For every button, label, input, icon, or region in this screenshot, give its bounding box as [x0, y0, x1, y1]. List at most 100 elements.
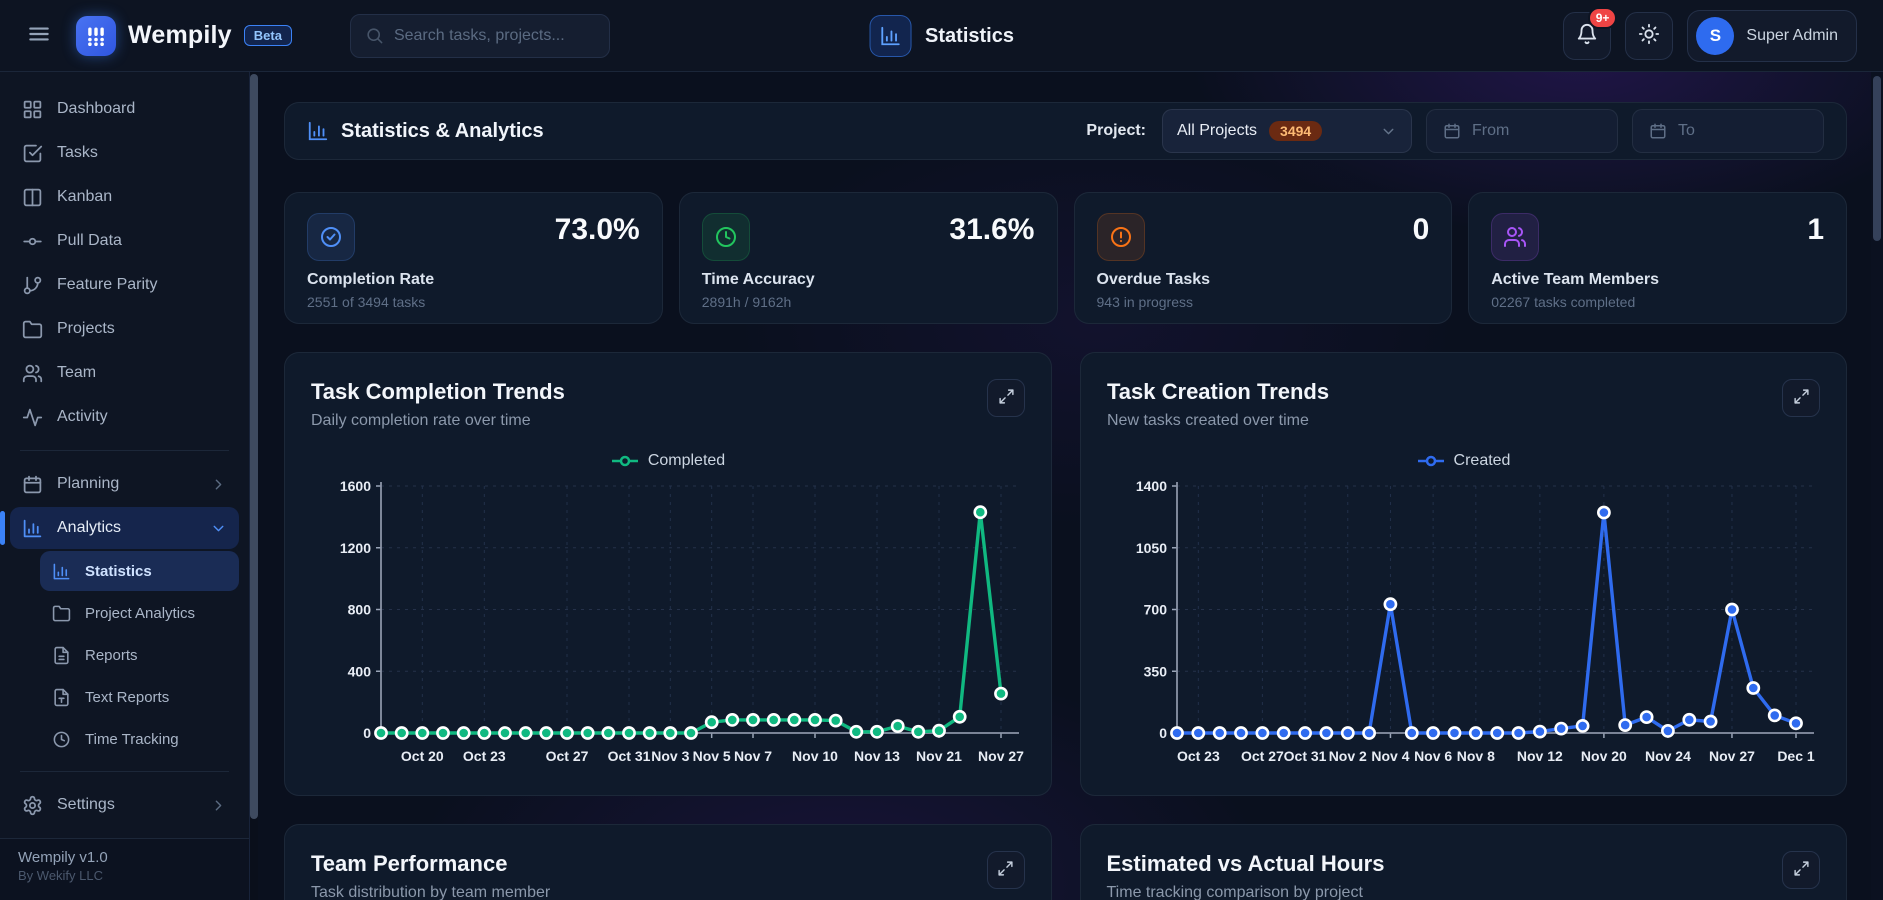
chart-title-group: Task Creation TrendsNew tasks created ov…: [1107, 379, 1329, 430]
chevron-down-icon: [1380, 123, 1397, 140]
sidebar-item-settings[interactable]: Settings: [10, 784, 239, 826]
stat-card-top: 1: [1491, 213, 1824, 261]
main-content: Statistics & Analytics Project: All Proj…: [258, 72, 1871, 900]
calendar-icon: [22, 474, 43, 495]
calendar-icon: [1443, 122, 1461, 140]
sidebar-footer: Wempily v1.0 By Wekify LLC: [0, 838, 249, 900]
stat-label: Time Accuracy: [702, 271, 1035, 289]
check-circle-icon: [307, 213, 355, 261]
sidebar-item-label: Pull Data: [57, 232, 227, 250]
sidebar-item-kanban[interactable]: Kanban: [10, 176, 239, 218]
project-select[interactable]: All Projects 3494: [1162, 109, 1412, 153]
sidebar-item-tasks[interactable]: Tasks: [10, 132, 239, 174]
sidebar-scrollbar-thumb[interactable]: [250, 74, 258, 819]
line-chart-plot: 040080012001600Oct 20Oct 23Oct 27Oct 31N…: [311, 474, 1025, 769]
legend-label: Completed: [648, 452, 725, 470]
page-title: Statistics: [925, 25, 1014, 48]
expand-chart-button[interactable]: [1782, 379, 1820, 417]
sidebar-scrollbar[interactable]: [250, 72, 258, 900]
expand-chart-button[interactable]: [1782, 851, 1820, 889]
sidebar-item-label: Planning: [57, 475, 196, 493]
sidebar-subitem-label: Statistics: [85, 563, 227, 580]
clock-icon: [702, 213, 750, 261]
sidebar-item-label: Tasks: [57, 144, 227, 162]
chart-subtitle: Time tracking comparison by project: [1107, 884, 1385, 900]
date-from-field[interactable]: From: [1426, 109, 1618, 153]
users-icon: [1491, 213, 1539, 261]
sidebar-subitem-label: Text Reports: [85, 689, 227, 706]
chart-header: Estimated vs Actual HoursTime tracking c…: [1107, 851, 1821, 900]
sidebar-item-projects[interactable]: Projects: [10, 308, 239, 350]
theme-toggle-button[interactable]: [1625, 12, 1673, 60]
svg-text:1050: 1050: [1136, 540, 1167, 556]
stat-value: 31.6%: [949, 213, 1034, 246]
stat-subtext: 943 in progress: [1097, 294, 1430, 310]
sidebar-item-label: Feature Parity: [57, 276, 227, 294]
svg-text:Oct 31: Oct 31: [1284, 748, 1327, 764]
notifications-button[interactable]: 9+: [1563, 12, 1611, 60]
sidebar-item-pull-data[interactable]: Pull Data: [10, 220, 239, 262]
search-box: [350, 14, 610, 58]
brand-name: Wempily: [128, 21, 232, 50]
sidebar-subitem-project-analytics[interactable]: Project Analytics: [40, 593, 239, 633]
search-input[interactable]: [394, 27, 601, 45]
wempily-logo-icon: [76, 16, 116, 56]
svg-text:Nov 10: Nov 10: [792, 748, 838, 764]
date-to-field[interactable]: To: [1632, 109, 1824, 153]
stat-subtext: 2891h / 9162h: [702, 294, 1035, 310]
charts-row: Task Completion TrendsDaily completion r…: [284, 352, 1847, 796]
stat-subtext: 2551 of 3494 tasks: [307, 294, 640, 310]
sidebar-subitem-time-tracking[interactable]: Time Tracking: [40, 719, 239, 759]
chart-title-group: Team PerformanceTask distribution by tea…: [311, 851, 550, 900]
chart-header: Task Completion TrendsDaily completion r…: [311, 379, 1025, 430]
project-select-value: All Projects: [1177, 122, 1257, 140]
sidebar-item-activity[interactable]: Activity: [10, 396, 239, 438]
file-type-icon: [52, 688, 71, 707]
svg-text:Nov 4: Nov 4: [1371, 748, 1409, 764]
svg-text:Nov 2: Nov 2: [1329, 748, 1367, 764]
activity-icon: [22, 407, 43, 428]
svg-text:0: 0: [1159, 725, 1167, 741]
avatar: S: [1696, 17, 1734, 55]
sidebar-item-team[interactable]: Team: [10, 352, 239, 394]
notification-count-badge: 9+: [1588, 7, 1618, 29]
stat-subtext: 02267 tasks completed: [1491, 294, 1824, 310]
sidebar-subitem-reports[interactable]: Reports: [40, 635, 239, 675]
sidebar-item-dashboard[interactable]: Dashboard: [10, 88, 239, 130]
sidebar-item-planning[interactable]: Planning: [10, 463, 239, 505]
bar-chart-icon: [52, 562, 71, 581]
sidebar-subitem-label: Project Analytics: [85, 605, 227, 622]
stat-value: 0: [1413, 213, 1430, 246]
menu-toggle-button[interactable]: [24, 21, 54, 51]
svg-text:Oct 27: Oct 27: [1241, 748, 1284, 764]
kanban-icon: [22, 187, 43, 208]
expand-chart-button[interactable]: [987, 851, 1025, 889]
page-scrollbar[interactable]: [1871, 72, 1883, 900]
chart-header: Task Creation TrendsNew tasks created ov…: [1107, 379, 1820, 430]
svg-text:700: 700: [1144, 602, 1168, 618]
user-menu[interactable]: S Super Admin: [1687, 10, 1857, 62]
header-left: Wempily Beta: [0, 14, 610, 58]
svg-text:Nov 6: Nov 6: [1414, 748, 1452, 764]
expand-chart-button[interactable]: [987, 379, 1025, 417]
maximize-icon: [998, 388, 1015, 408]
stat-label: Completion Rate: [307, 271, 640, 289]
brand[interactable]: Wempily Beta: [76, 16, 292, 56]
sidebar-item-feature-parity[interactable]: Feature Parity: [10, 264, 239, 306]
stat-value: 1: [1807, 213, 1824, 246]
svg-text:0: 0: [363, 725, 371, 741]
legend-marker-icon: [1417, 455, 1445, 467]
sun-icon: [1638, 23, 1660, 48]
svg-text:Oct 23: Oct 23: [463, 748, 506, 764]
date-from-placeholder: From: [1472, 122, 1509, 140]
app-company: By Wekify LLC: [18, 868, 231, 883]
chart-subtitle: Daily completion rate over time: [311, 412, 565, 430]
sidebar-subitem-statistics[interactable]: Statistics: [40, 551, 239, 591]
chart-subtitle: New tasks created over time: [1107, 412, 1329, 430]
sidebar-subitem-text-reports[interactable]: Text Reports: [40, 677, 239, 717]
header-right: 9+ S Super Admin: [1563, 10, 1883, 62]
sidebar-item-label: Settings: [57, 796, 196, 814]
page-scrollbar-thumb[interactable]: [1873, 76, 1881, 241]
toolbar-title: Statistics & Analytics: [341, 120, 544, 143]
sidebar-item-analytics[interactable]: Analytics: [10, 507, 239, 549]
